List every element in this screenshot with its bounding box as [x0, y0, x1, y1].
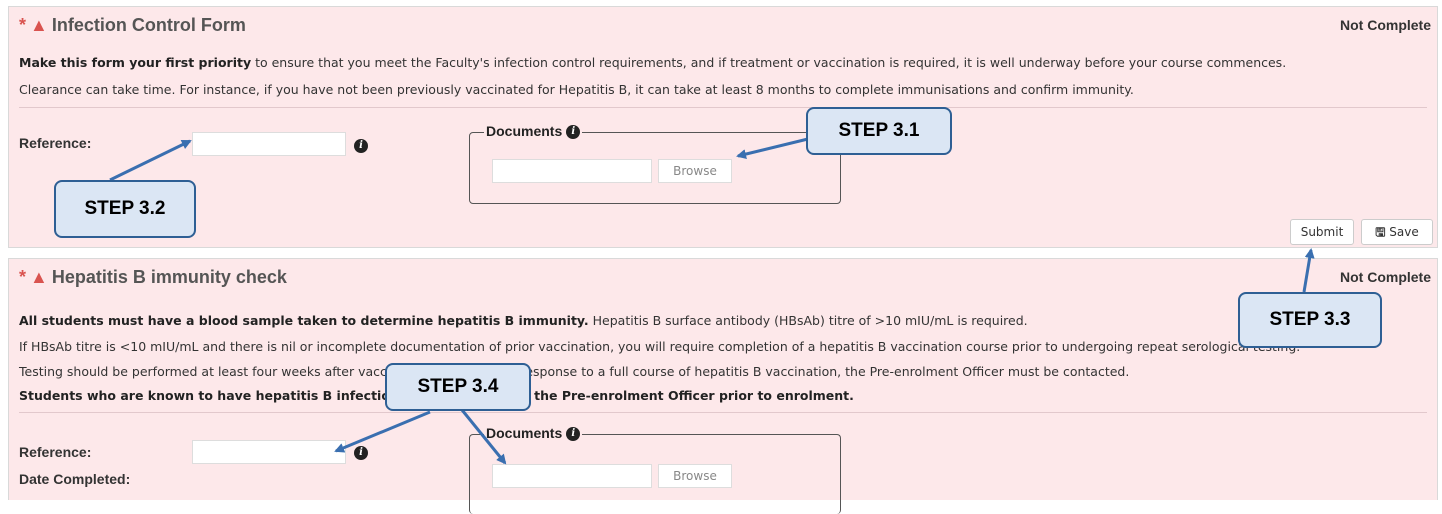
intro-paragraph: Make this form your first priority to en… — [19, 55, 1287, 70]
divider — [19, 412, 1427, 413]
browse-button[interactable]: Browse — [658, 464, 732, 488]
documents-fieldset: Documents i Browse — [469, 123, 841, 204]
testing-paragraph: Testing should be performed at least fou… — [19, 364, 1130, 379]
date-completed-label: Date Completed: — [19, 471, 131, 487]
file-path-input[interactable] — [492, 159, 652, 183]
panel-title: * ▲ Infection Control Form — [19, 15, 246, 35]
floppy-disk-icon: 🖫 — [1375, 225, 1386, 239]
step-3-2-callout: STEP 3.2 — [54, 180, 196, 238]
status-badge: Not Complete — [1340, 17, 1431, 33]
documents-legend: Documents i — [484, 425, 583, 442]
submit-button[interactable]: Submit — [1290, 219, 1354, 245]
info-icon[interactable]: i — [566, 427, 581, 442]
reference-label: Reference: — [19, 444, 92, 460]
immunity-paragraph: All students must have a blood sample ta… — [19, 313, 1028, 328]
reference-label: Reference: — [19, 135, 92, 151]
save-button[interactable]: 🖫 Save — [1361, 219, 1433, 245]
info-icon[interactable]: i — [354, 446, 368, 460]
panel-title: * ▲ Hepatitis B immunity check — [19, 267, 287, 287]
clearance-paragraph: Clearance can take time. For instance, i… — [19, 82, 1134, 97]
documents-legend: Documents i — [484, 123, 583, 140]
step-3-1-callout: STEP 3.1 — [806, 107, 952, 155]
file-path-input[interactable] — [492, 464, 652, 488]
asterisk-icon: * — [19, 267, 27, 287]
step-3-4-callout: STEP 3.4 — [385, 363, 531, 411]
hepatitis-b-panel: * ▲ Hepatitis B immunity check Not Complet… — [8, 258, 1438, 514]
divider — [19, 107, 1427, 108]
info-icon[interactable]: i — [566, 125, 581, 140]
reference-input[interactable] — [192, 132, 346, 156]
reference-input[interactable] — [192, 440, 346, 464]
status-badge: Not Complete — [1340, 269, 1431, 285]
step-3-3-callout: STEP 3.3 — [1238, 292, 1382, 348]
browse-button[interactable]: Browse — [658, 159, 732, 183]
warning-triangle-icon: ▲ — [30, 15, 48, 35]
documents-fieldset: Documents i Browse — [469, 425, 841, 514]
info-icon[interactable]: i — [354, 139, 368, 153]
warning-triangle-icon: ▲ — [30, 267, 48, 287]
infection-control-panel: * ▲ Infection Control Form Not Complete Ma… — [8, 6, 1438, 248]
asterisk-icon: * — [19, 15, 27, 35]
titre-paragraph: If HBsAb titre is <10 mIU/mL and there i… — [19, 339, 1301, 354]
